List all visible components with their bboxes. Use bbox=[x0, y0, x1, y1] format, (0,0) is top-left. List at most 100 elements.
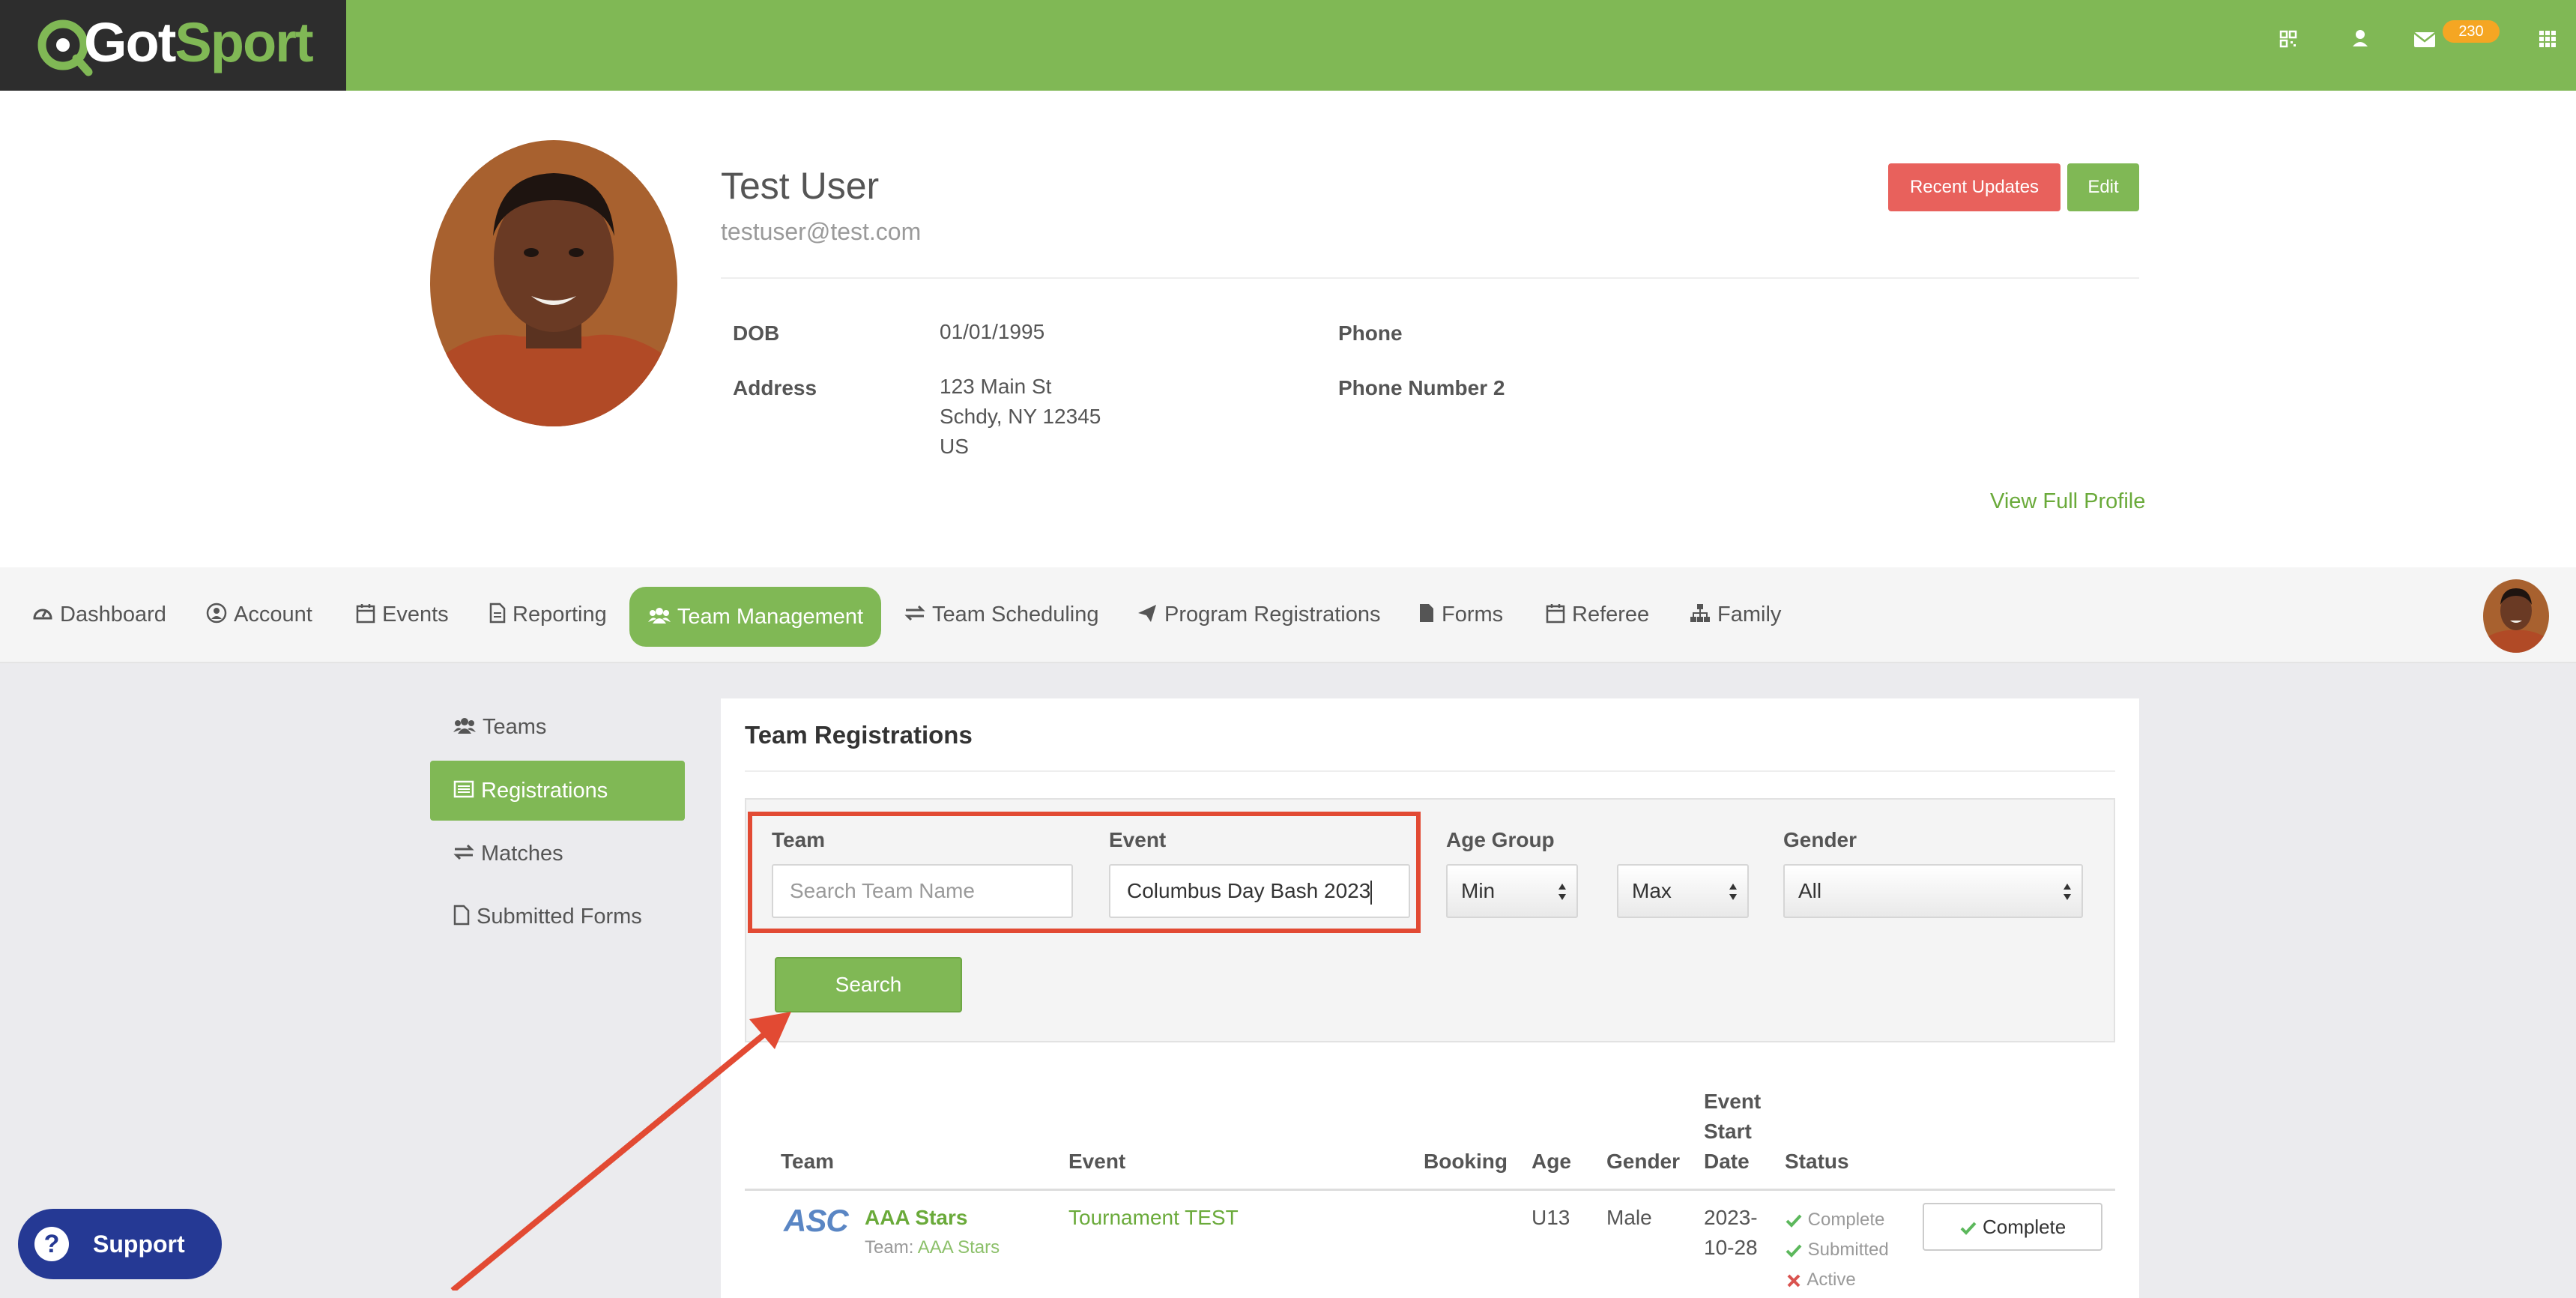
document-icon bbox=[489, 603, 506, 624]
nav-team-management[interactable]: Team Management bbox=[629, 587, 881, 647]
sidebar-item-matches-label: Matches bbox=[481, 842, 563, 866]
check-icon bbox=[1786, 1244, 1802, 1258]
age-min-select[interactable]: Min bbox=[1446, 864, 1578, 918]
dashboard-gauge-icon bbox=[33, 609, 52, 620]
list-alt-icon bbox=[453, 781, 474, 798]
team-logo: ASC bbox=[784, 1203, 849, 1238]
age-min-value: Min bbox=[1461, 879, 1496, 902]
nav-program-registrations-label: Program Registrations bbox=[1164, 603, 1381, 627]
gender-filter-label: Gender bbox=[1783, 828, 1857, 851]
status-active-label: Active bbox=[1806, 1270, 1856, 1290]
users-icon bbox=[647, 608, 671, 624]
nav-team-scheduling[interactable]: Team Scheduling bbox=[904, 567, 1098, 662]
age-group-label: Age Group bbox=[1446, 828, 1555, 851]
sidebar-item-matches[interactable]: Matches bbox=[430, 824, 685, 884]
dob-label: DOB bbox=[733, 322, 780, 345]
date-cell-line1: 2023- bbox=[1704, 1206, 1758, 1229]
column-header-gender: Gender bbox=[1606, 1150, 1681, 1173]
profile-panel: Test User testuser@test.com Recent Updat… bbox=[0, 91, 2576, 567]
user-name: Test User bbox=[721, 165, 880, 207]
column-header-start-date-line2: Start bbox=[1704, 1120, 1752, 1143]
date-cell-line2: 10-28 bbox=[1704, 1236, 1758, 1259]
nav-referee[interactable]: Referee bbox=[1545, 567, 1649, 662]
team-subtitle: Team: AAA Stars bbox=[865, 1233, 1000, 1263]
envelope-icon[interactable] bbox=[2410, 24, 2440, 54]
sidebar-item-teams[interactable]: Teams bbox=[430, 697, 685, 757]
column-header-start-date-line1: Event bbox=[1704, 1090, 1762, 1113]
qr-code-icon[interactable] bbox=[2273, 24, 2303, 54]
divider bbox=[721, 277, 2139, 279]
exchange-arrows-icon bbox=[904, 606, 925, 621]
question-circle-icon: ? bbox=[34, 1227, 69, 1261]
profile-photo bbox=[430, 140, 677, 426]
nav-events-label: Events bbox=[382, 603, 449, 627]
user-avatar[interactable] bbox=[2483, 579, 2549, 653]
edit-profile-button[interactable]: Edit bbox=[2067, 163, 2139, 211]
check-icon bbox=[1960, 1222, 1977, 1235]
status-submitted: Submitted bbox=[1785, 1235, 1889, 1265]
age-max-select[interactable]: Max bbox=[1617, 864, 1749, 918]
nav-family[interactable]: Family bbox=[1689, 567, 1781, 662]
sidebar-item-registrations[interactable]: Registrations bbox=[430, 761, 685, 821]
event-link[interactable]: Tournament TEST bbox=[1068, 1203, 1239, 1233]
logo-wordmark: GotSport bbox=[84, 11, 314, 73]
nav-account[interactable]: Account bbox=[205, 567, 312, 662]
column-header-event: Event bbox=[1068, 1150, 1126, 1173]
nav-reporting-label: Reporting bbox=[513, 603, 607, 627]
column-header-team: Team bbox=[781, 1150, 835, 1173]
user-avatar-image bbox=[2483, 579, 2549, 653]
address-line-2: Schdy, NY 12345 bbox=[940, 405, 1101, 428]
address-line-3: US bbox=[940, 435, 969, 458]
nav-team-management-label: Team Management bbox=[677, 605, 864, 629]
apps-grid-icon[interactable] bbox=[2533, 24, 2563, 54]
nav-reporting[interactable]: Reporting bbox=[489, 567, 607, 662]
gender-select-value: All bbox=[1798, 879, 1822, 902]
divider bbox=[745, 770, 2115, 772]
nav-forms-label: Forms bbox=[1442, 603, 1504, 627]
nav-program-registrations[interactable]: Program Registrations bbox=[1136, 567, 1381, 662]
top-bar bbox=[0, 0, 2576, 91]
complete-button-label: Complete bbox=[1982, 1215, 2066, 1238]
user-icon[interactable] bbox=[2345, 24, 2375, 54]
recent-updates-button[interactable]: Recent Updates bbox=[1888, 163, 2061, 211]
users-icon bbox=[453, 718, 476, 734]
column-header-booking: Booking bbox=[1424, 1150, 1508, 1173]
select-arrows-icon bbox=[2063, 884, 2071, 900]
column-header-age: Age bbox=[1532, 1150, 1571, 1173]
status-submitted-label: Submitted bbox=[1807, 1240, 1889, 1260]
support-label: Support bbox=[93, 1231, 185, 1258]
profile-photo-image bbox=[430, 140, 677, 426]
address-label: Address bbox=[733, 376, 817, 399]
nav-forms[interactable]: Forms bbox=[1418, 567, 1503, 662]
search-button[interactable]: Search bbox=[775, 957, 962, 1012]
gender-cell: Male bbox=[1606, 1206, 1652, 1229]
view-full-profile-link[interactable]: View Full Profile bbox=[1990, 489, 2145, 514]
team-subtitle-link[interactable]: AAA Stars bbox=[918, 1237, 1000, 1258]
main-nav: Dashboard Account Events Reporting Team … bbox=[0, 567, 2576, 663]
mail-count-badge: 230 bbox=[2443, 20, 2500, 43]
nav-dashboard[interactable]: Dashboard bbox=[31, 567, 166, 662]
sidebar-item-submitted-forms[interactable]: Submitted Forms bbox=[430, 887, 685, 947]
annotation-highlight-box bbox=[748, 812, 1421, 933]
file-icon bbox=[1420, 604, 1433, 623]
phone-number-2-label: Phone Number 2 bbox=[1338, 376, 1505, 399]
nav-team-scheduling-label: Team Scheduling bbox=[932, 603, 1099, 627]
complete-button[interactable]: Complete bbox=[1923, 1203, 2102, 1251]
nav-dashboard-label: Dashboard bbox=[60, 603, 166, 627]
age-max-value: Max bbox=[1632, 879, 1672, 902]
sitemap-icon bbox=[1690, 604, 1710, 623]
dob-value: 01/01/1995 bbox=[940, 320, 1045, 343]
table-header-divider bbox=[745, 1189, 2115, 1191]
column-header-start-date-line3: Date bbox=[1704, 1150, 1750, 1173]
column-header-status: Status bbox=[1785, 1150, 1849, 1173]
nav-referee-label: Referee bbox=[1572, 603, 1650, 627]
page-title: Team Registrations bbox=[745, 721, 973, 749]
gotsport-logo[interactable]: GotSport bbox=[0, 0, 346, 91]
nav-events[interactable]: Events bbox=[355, 567, 449, 662]
team-name-link[interactable]: AAA Stars bbox=[865, 1203, 967, 1233]
nav-family-label: Family bbox=[1717, 603, 1782, 627]
gender-select[interactable]: All bbox=[1783, 864, 2083, 918]
status-complete-label: Complete bbox=[1807, 1210, 1885, 1230]
nav-account-label: Account bbox=[234, 603, 312, 627]
close-icon bbox=[1787, 1274, 1801, 1288]
